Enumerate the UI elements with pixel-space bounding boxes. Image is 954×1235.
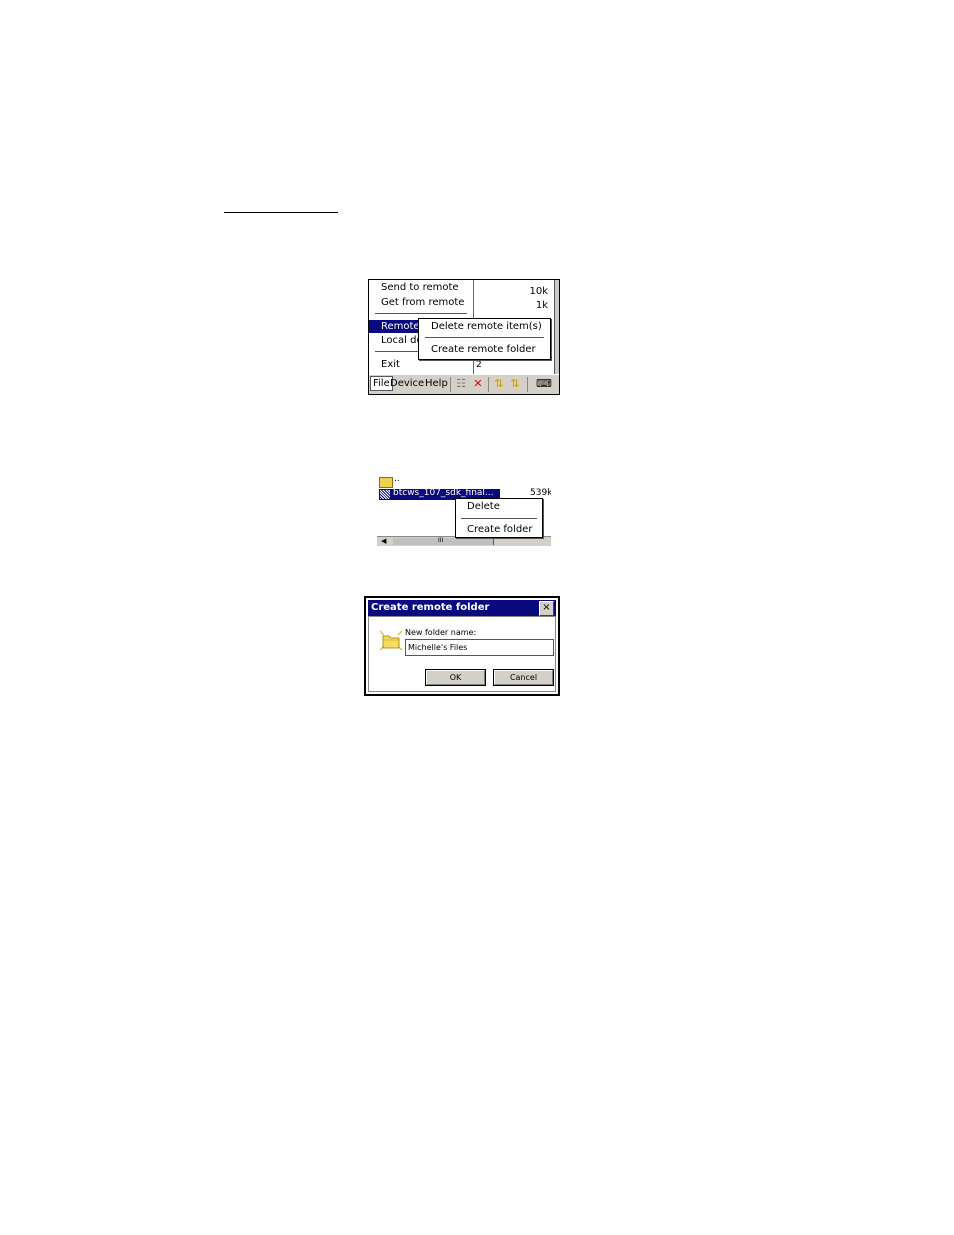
folder-icon — [379, 477, 393, 488]
menu-separator — [425, 337, 544, 338]
folder-name-input[interactable] — [405, 639, 554, 656]
dialog-title-bar: Create remote folder × — [368, 600, 556, 616]
dialog-title: Create remote folder — [371, 602, 490, 613]
vertical-scrollbar[interactable] — [554, 280, 559, 374]
local-list-screenshot: .. btcws_107_sdk_final... 539k ◀ III Del… — [377, 474, 551, 546]
menu-separator — [375, 313, 467, 314]
menu-device[interactable]: Device — [390, 378, 424, 389]
ok-button[interactable]: OK — [425, 669, 486, 686]
keyboard-icon[interactable]: ⌨ — [536, 377, 552, 391]
heading-underline — [224, 212, 338, 213]
file-size: 2 — [476, 360, 482, 370]
menu-item-remote[interactable]: Remote — [381, 321, 420, 332]
send-icon[interactable]: ⇅ — [492, 377, 506, 391]
dialog-body: New folder name: OK Cancel — [368, 616, 556, 692]
connect-icon[interactable]: ☷ — [454, 377, 468, 391]
context-menu: Delete Create folder — [455, 498, 543, 538]
file-size: 539k — [530, 488, 551, 498]
ok-button-label: OK — [449, 673, 462, 682]
menu-item-create-folder[interactable]: Create folder — [467, 524, 532, 535]
menu-item-local[interactable]: Local de — [381, 335, 423, 346]
menu-item-get-from-remote[interactable]: Get from remote — [381, 297, 464, 308]
parent-folder-row[interactable]: .. — [394, 474, 400, 484]
cancel-button-label: Cancel — [509, 673, 538, 682]
menu-item-send-to-remote[interactable]: Send to remote — [381, 282, 459, 293]
scroll-thumb-grip: III — [438, 537, 444, 544]
file-icon — [380, 490, 390, 499]
toolbar-separator — [488, 377, 489, 392]
close-button[interactable]: × — [539, 601, 554, 616]
folder-sparkle-icon — [379, 630, 403, 651]
menu-help[interactable]: Help — [425, 378, 448, 389]
file-menu-screenshot: 10k 1k 2 Send to remote Get from remote … — [368, 279, 560, 395]
menu-item-delete[interactable]: Delete — [467, 501, 500, 512]
scroll-thumb[interactable]: III — [393, 537, 494, 545]
receive-icon[interactable]: ⇅ — [508, 377, 522, 391]
remote-submenu: Delete remote item(s) Create remote fold… — [418, 318, 551, 360]
cancel-button[interactable]: Cancel — [493, 669, 554, 686]
menu-item-delete-remote[interactable]: Delete remote item(s) — [431, 321, 542, 332]
file-size: 1k — [535, 300, 548, 311]
toolbar-separator — [450, 377, 451, 392]
menu-separator — [461, 518, 537, 519]
menu-item-exit[interactable]: Exit — [381, 359, 400, 370]
file-size: 10k — [529, 286, 548, 297]
menu-item-create-remote-folder[interactable]: Create remote folder — [431, 344, 536, 355]
disconnect-icon[interactable]: ✕ — [471, 377, 485, 391]
toolbar-separator — [527, 377, 528, 392]
create-remote-folder-dialog: Create remote folder × New folder name: … — [364, 596, 560, 696]
menu-bar: File Device Help ☷ ✕ ⇅ ⇅ ⌨ — [369, 374, 559, 394]
scroll-left-icon[interactable]: ◀ — [381, 537, 386, 545]
file-name[interactable]: btcws_107_sdk_final... — [393, 488, 494, 498]
folder-name-label: New folder name: — [405, 628, 477, 637]
